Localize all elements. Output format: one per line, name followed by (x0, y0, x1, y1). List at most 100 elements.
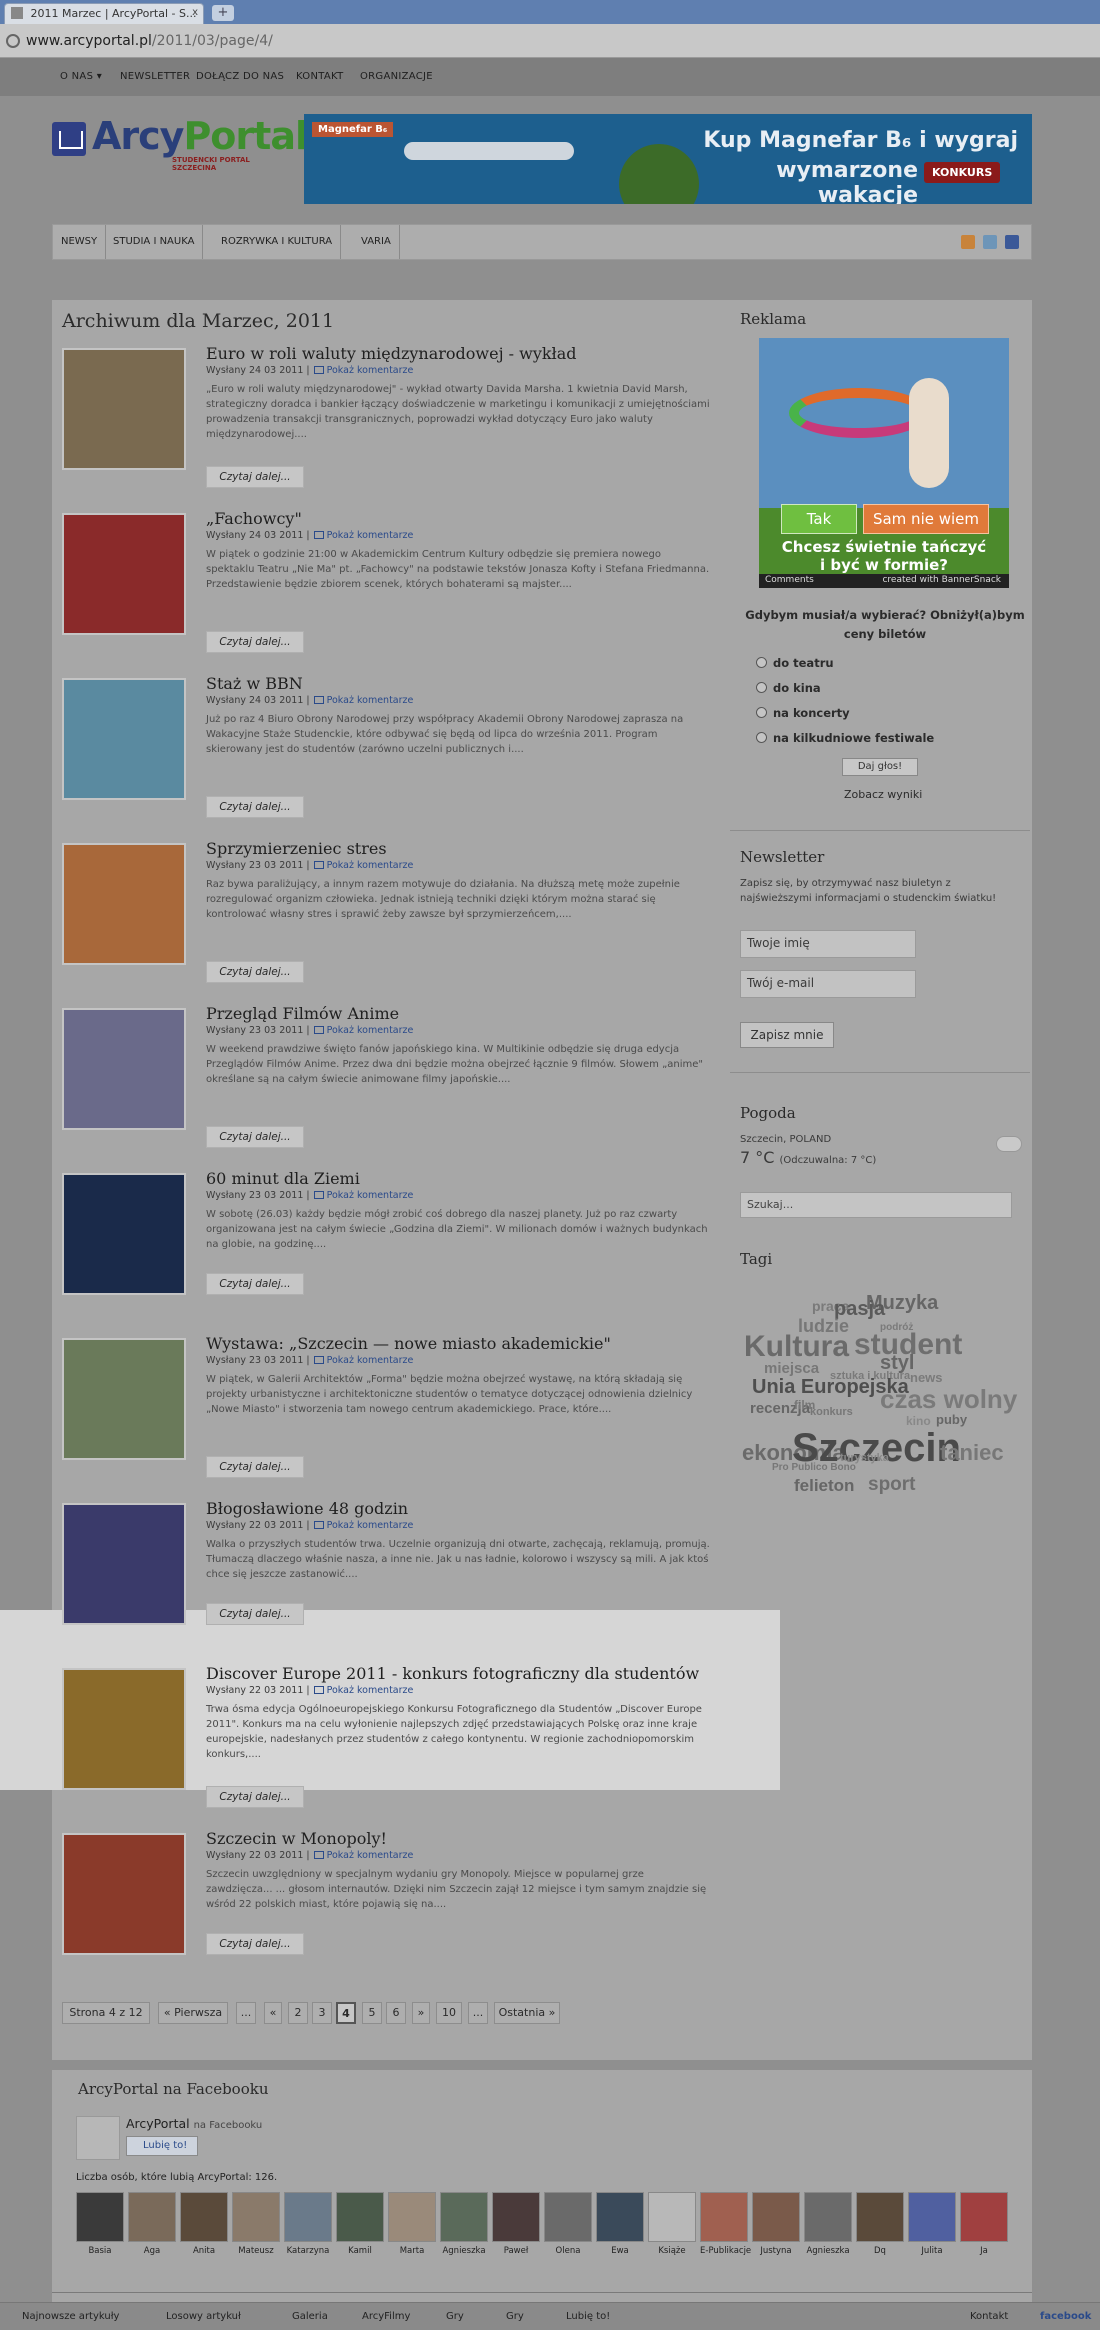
radio-icon[interactable] (756, 682, 767, 693)
cat-rozrywka[interactable]: ROZRYWKA I KULTURA (213, 225, 342, 259)
facebook-fan[interactable]: Ewa (596, 2192, 644, 2256)
fan-name[interactable]: Dq (856, 2246, 904, 2256)
page-2[interactable]: 2 (288, 2002, 308, 2024)
facebook-fan[interactable]: Marta (388, 2192, 436, 2256)
toolbar-gry-2[interactable]: Gry (506, 2311, 524, 2322)
poll-option[interactable]: na kilkudniowe festiwale (756, 731, 934, 745)
poll-option[interactable]: do kina (756, 681, 821, 695)
search-input[interactable]: Szukaj... (740, 1192, 1012, 1218)
post-title[interactable]: Wystawa: „Szczecin — nowe miasto akademi… (206, 1334, 611, 1353)
tag-link[interactable]: puby (936, 1412, 967, 1427)
fan-name[interactable]: Justyna (752, 2246, 800, 2256)
cat-newsy[interactable]: NEWSY (53, 225, 107, 259)
toolbar-gallery[interactable]: Galeria (292, 2311, 328, 2322)
ad-yes-button[interactable]: Tak (781, 504, 857, 534)
tag-link[interactable]: konkurs (810, 1406, 853, 1418)
poll-results-link[interactable]: Zobacz wyniki (844, 788, 922, 801)
topnav-dolacz[interactable]: DOŁĄCZ DO NAS (196, 71, 284, 82)
cat-varia[interactable]: VARIA (353, 225, 400, 259)
page-3[interactable]: 3 (312, 2002, 332, 2024)
facebook-fan[interactable]: E-Publikacje (700, 2192, 751, 2256)
toolbar-like[interactable]: Lubię to! (566, 2311, 610, 2322)
comments-link[interactable]: Pokaż komentarze (327, 530, 414, 541)
fan-name[interactable]: Agnieszka (440, 2246, 488, 2256)
read-more-button[interactable]: Czytaj dalej... (206, 1456, 304, 1478)
url-text[interactable]: www.arcyportal.pl/2011/03/page/4/ (26, 33, 273, 49)
ad-no-button[interactable]: Sam nie wiem (863, 504, 989, 534)
post-thumbnail[interactable] (62, 1503, 186, 1625)
comments-link[interactable]: Pokaż komentarze (327, 1190, 414, 1201)
toolbar-contact[interactable]: Kontakt (970, 2311, 1008, 2322)
fan-name[interactable]: Mateusz (232, 2246, 280, 2256)
fan-name[interactable]: Ewa (596, 2246, 644, 2256)
page-first[interactable]: « Pierwsza (158, 2002, 228, 2024)
email-field[interactable]: Twój e-mail (740, 970, 916, 998)
page-info-icon[interactable] (6, 34, 20, 48)
comments-link[interactable]: Pokaż komentarze (327, 695, 414, 706)
ad-credit[interactable]: created with BannerSnack (882, 575, 1001, 585)
comments-link[interactable]: Pokaż komentarze (327, 1025, 414, 1036)
fb-page-title[interactable]: ArcyPortal (126, 2116, 190, 2131)
post-thumbnail[interactable] (62, 1833, 186, 1955)
post-thumbnail[interactable] (62, 1338, 186, 1460)
topnav-organizacje[interactable]: ORGANIZACJE (360, 71, 433, 82)
facebook-fan[interactable]: Agnieszka (804, 2192, 852, 2256)
post-thumbnail[interactable] (62, 1668, 186, 1790)
fan-avatar[interactable] (960, 2192, 1008, 2242)
fan-avatar[interactable] (284, 2192, 332, 2242)
fan-avatar[interactable] (440, 2192, 488, 2242)
radio-icon[interactable] (756, 657, 767, 668)
post-title[interactable]: Discover Europe 2011 - konkurs fotografi… (206, 1664, 699, 1683)
read-more-button[interactable]: Czytaj dalej... (206, 961, 304, 983)
tag-link[interactable]: sport (868, 1474, 916, 1496)
facebook-icon[interactable] (1005, 235, 1019, 249)
facebook-fan[interactable]: Aga (128, 2192, 176, 2256)
facebook-fan[interactable]: Justyna (752, 2192, 800, 2256)
facebook-like-button[interactable]: Lubię to! (126, 2136, 198, 2156)
toolbar-facebook[interactable]: facebook (1040, 2311, 1091, 2322)
read-more-button[interactable]: Czytaj dalej... (206, 1603, 304, 1625)
facebook-fan[interactable]: Ja (960, 2192, 1008, 2256)
facebook-fan[interactable]: Basia (76, 2192, 124, 2256)
fan-name[interactable]: Agnieszka (804, 2246, 852, 2256)
toolbar-gry[interactable]: Gry (446, 2311, 464, 2322)
read-more-button[interactable]: Czytaj dalej... (206, 1126, 304, 1148)
fan-name[interactable]: Marta (388, 2246, 436, 2256)
address-bar[interactable]: www.arcyportal.pl/2011/03/page/4/ (0, 24, 1100, 58)
read-more-button[interactable]: Czytaj dalej... (206, 631, 304, 653)
comments-link[interactable]: Pokaż komentarze (327, 1685, 414, 1696)
tag-link[interactable]: Kultura (744, 1330, 849, 1364)
post-title[interactable]: Szczecin w Monopoly! (206, 1829, 387, 1848)
fan-avatar[interactable] (700, 2192, 748, 2242)
facebook-fan[interactable]: Paweł (492, 2192, 540, 2256)
read-more-button[interactable]: Czytaj dalej... (206, 1786, 304, 1808)
post-title[interactable]: Staż w BBN (206, 674, 303, 693)
page-10[interactable]: 10 (436, 2002, 462, 2024)
post-thumbnail[interactable] (62, 1173, 186, 1295)
post-title[interactable]: Przegląd Filmów Anime (206, 1004, 399, 1023)
facebook-fan[interactable]: Katarzyna (284, 2192, 332, 2256)
facebook-page-name[interactable]: ArcyPortal na Facebooku (126, 2116, 262, 2131)
fan-name[interactable]: Anita (180, 2246, 228, 2256)
radio-icon[interactable] (756, 732, 767, 743)
topnav-kontakt[interactable]: KONTAKT (296, 71, 344, 82)
read-more-button[interactable]: Czytaj dalej... (206, 1933, 304, 1955)
close-tab-icon[interactable]: x (192, 7, 198, 18)
topnav-newsletter[interactable]: NEWSLETTER (120, 71, 190, 82)
toolbar-random[interactable]: Losowy artykuł (166, 2311, 241, 2322)
fan-avatar[interactable] (804, 2192, 852, 2242)
tag-link[interactable]: miejsca (764, 1360, 819, 1377)
ad-comments[interactable]: Comments (765, 575, 814, 585)
fan-avatar[interactable] (648, 2192, 696, 2242)
toolbar-arcyfilmy[interactable]: ArcyFilmy (362, 2311, 410, 2322)
fan-avatar[interactable] (180, 2192, 228, 2242)
fan-name[interactable]: Julita (908, 2246, 956, 2256)
tag-link[interactable]: taniec (940, 1440, 1004, 1466)
vote-button[interactable]: Daj głos! (842, 758, 918, 776)
fan-name[interactable]: Książe (648, 2246, 696, 2256)
poll-option[interactable]: do teatru (756, 656, 834, 670)
facebook-fan[interactable]: Olena (544, 2192, 592, 2256)
toolbar-newest[interactable]: Najnowsze artykuły (22, 2311, 119, 2322)
page-prev[interactable]: « (264, 2002, 282, 2024)
browser-tab[interactable]: 2011 Marzec | ArcyPortal - S... x (4, 3, 204, 24)
